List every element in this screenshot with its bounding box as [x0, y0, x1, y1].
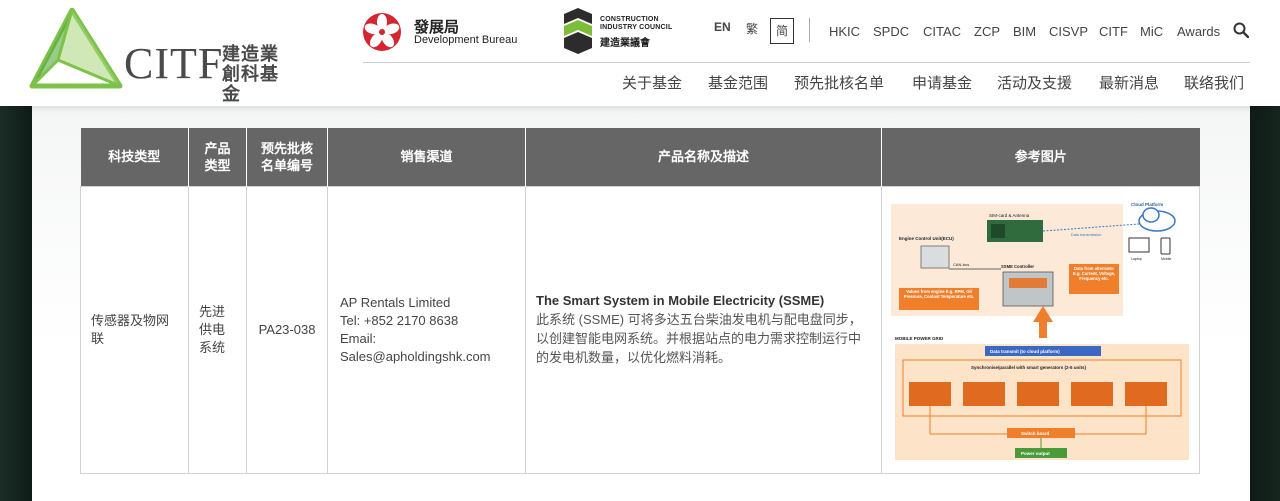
devb-logo[interactable]: 發展局 Development Bureau [362, 10, 542, 54]
company-email-label: Email: [340, 330, 377, 346]
diagram-mobile-label: Mobile [1161, 257, 1171, 261]
cell-tech-type: 传感器及物网联 [80, 185, 189, 474]
cic-mark-icon [564, 8, 592, 54]
tech-type-text: 传感器及物网联 [91, 312, 170, 346]
diagram-grid-label: MOBILE POWER GRID [895, 336, 944, 341]
alternator-data-text-wrap: Data from alternator E.g. Current, Volta… [1072, 265, 1115, 281]
nav-pre-approved-list[interactable]: 预先批核名单 [794, 72, 884, 93]
toplink-zcp[interactable]: ZCP [974, 24, 1000, 39]
search-icon[interactable] [1233, 22, 1249, 38]
company-name: AP Rentals Limited [340, 294, 451, 310]
diagram-alt-data: Data from alternator E.g. Current, Volta… [1072, 265, 1115, 281]
cell-product-type: 先进供电系统 [188, 185, 247, 474]
col-header-code: 预先批核名单编号 [246, 128, 328, 186]
product-desc: 此系统 (SSME) 可将多达五台柴油发电机与配电盘同步，以创建智能电网系统。并… [536, 312, 862, 365]
devb-name-en: Development Bureau [414, 34, 518, 46]
pre-approved-table: 科技类型 产品类型 预先批核名单编号 销售渠道 产品名称及描述 参考图片 传感器… [80, 128, 1200, 474]
toplink-bim[interactable]: BIM [1013, 24, 1036, 39]
sim-chip-icon [990, 223, 1005, 238]
engine-values-text-wrap: Values from engine E.g. RPM, Oil Pressur… [903, 288, 974, 299]
toplink-awards[interactable]: Awards [1177, 24, 1220, 39]
diagram-engine-values: Values from engine E.g. RPM, Oil Pressur… [903, 288, 974, 299]
citf-logo[interactable]: CITF 建造業創科基金 [28, 8, 290, 104]
company-email[interactable]: Sales@apholdingshk.com [340, 348, 513, 366]
cell-code: PA23-038 [246, 185, 328, 474]
diagram-cloud-label: Cloud Platform [1131, 202, 1163, 207]
diagram-output-label: Power output [1021, 451, 1050, 456]
cic-logo[interactable]: CONSTRUCTION INDUSTRY COUNCIL 建造業議會 [560, 8, 680, 54]
nav-about[interactable]: 关于基金 [622, 72, 682, 93]
diagram-switch-label: Switch board [1021, 431, 1050, 436]
cell-channel: AP Rentals Limited Tel: +852 2170 8638 E… [327, 185, 526, 474]
header-rule [363, 62, 1250, 63]
lang-tc-button[interactable]: 繁 [746, 20, 758, 37]
diagram-laptop-label: Laptop [1131, 257, 1142, 261]
cell-ref-image: SIM-card & Antenna Cloud Platform Data t… [881, 185, 1200, 474]
col-header-product-desc: 产品名称及描述 [525, 128, 882, 186]
toplink-citf[interactable]: CITF [1099, 24, 1128, 39]
col-header-product-type-text: 产品类型 [204, 140, 231, 173]
table-header-row: 科技类型 产品类型 预先批核名单编号 销售渠道 产品名称及描述 参考图片 [80, 128, 1200, 186]
col-header-ref-image: 参考图片 [881, 128, 1200, 186]
diagram-ecu-label: Engine Control Unit(ECU) [899, 236, 954, 241]
col-header-code-text: 预先批核名单编号 [260, 140, 313, 173]
cell-product-desc: The Smart System in Mobile Electricity (… [525, 185, 882, 474]
logo-wordmark: CITF [124, 39, 224, 88]
logo-chinese-name: 建造業創科基金 [222, 44, 279, 104]
header-divider [809, 18, 810, 42]
lang-en-button[interactable]: EN [714, 20, 731, 34]
nav-apply[interactable]: 申请基金 [912, 72, 972, 93]
cic-name-zh: 建造業議會 [600, 38, 650, 49]
toplink-hkic[interactable]: HKIC [829, 24, 860, 39]
diagram-sync-label: Synchronise/parallel with smart generato… [971, 365, 1087, 370]
ssme-controller-panel [1008, 277, 1047, 288]
nav-events[interactable]: 活动及支援 [997, 72, 1072, 93]
nav-news[interactable]: 最新消息 [1099, 72, 1159, 93]
lang-sc-button[interactable]: 简 [770, 18, 794, 44]
diagram-grid-tx-label: Data transmit (to cloud platform) [990, 349, 1060, 354]
company-tel[interactable]: Tel: +852 2170 8638 [340, 312, 513, 330]
diagram-ssme-label: SSME Controller [1001, 264, 1034, 269]
laptop-icon [1128, 237, 1149, 252]
site-header: CITF 建造業創科基金 發展局 Development Bureau CONS… [0, 0, 1280, 106]
diagram-data-tx-label: Data transmission [1071, 233, 1101, 237]
ssme-controller-icon [1002, 271, 1053, 306]
mobile-icon [1160, 237, 1170, 254]
toplink-spdc[interactable]: SPDC [873, 24, 909, 39]
product-name: The Smart System in Mobile Electricity (… [536, 293, 825, 308]
col-header-channel: 销售渠道 [327, 128, 526, 186]
ecu-icon [920, 245, 949, 268]
hk-bauhinia-icon [363, 13, 401, 51]
generator-icons [908, 381, 1167, 406]
product-type-text: 先进供电系统 [199, 303, 226, 355]
nav-contact[interactable]: 联络我们 [1184, 72, 1244, 93]
toplink-mic[interactable]: MiC [1140, 24, 1163, 39]
toplink-cisvp[interactable]: CISVP [1049, 24, 1088, 39]
table-row: 传感器及物网联 先进供电系统 PA23-038 AP Rentals Limit… [80, 185, 1200, 474]
cic-name-en: CONSTRUCTION INDUSTRY COUNCIL [600, 16, 673, 31]
col-header-product-type: 产品类型 [188, 128, 247, 186]
diagram-sim-label: SIM-card & Antenna [989, 213, 1030, 218]
citf-logo-icon [29, 8, 123, 89]
ssme-diagram[interactable]: SIM-card & Antenna Cloud Platform Data t… [890, 195, 1191, 464]
toplink-citac[interactable]: CITAC [923, 24, 961, 39]
diagram-canbus-label: CAN-bus [953, 262, 969, 267]
nav-scope[interactable]: 基金范围 [708, 72, 768, 93]
col-header-tech-type: 科技类型 [80, 128, 189, 186]
